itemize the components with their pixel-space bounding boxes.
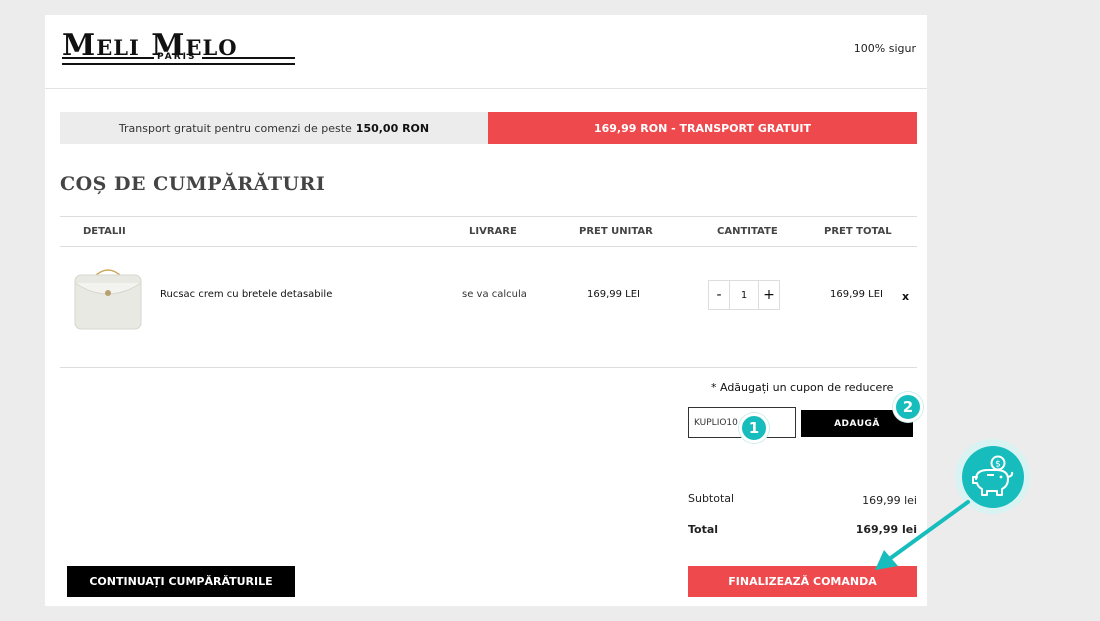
logo-line-bottom — [62, 63, 295, 65]
piggy-badge: $ — [955, 439, 1030, 514]
safe-badge: 100% sigur — [853, 42, 916, 55]
remove-item-button[interactable]: x — [902, 290, 909, 303]
free-shipping-text: Transport gratuit pentru comenzi de pest… — [118, 121, 352, 135]
checkout-button[interactable]: FINALIZEAZĂ COMANDA — [688, 566, 917, 597]
step-marker-1: 1 — [739, 413, 769, 443]
header: Meli Melo PARIS 100% sigur — [45, 15, 927, 89]
logo-line-left — [62, 57, 154, 59]
table-row: Rucsac crem cu bretele detasabile se va … — [60, 247, 917, 368]
total-price-value: 169,99 LEI — [830, 289, 884, 300]
product-name[interactable]: Rucsac crem cu bretele detasabile — [160, 289, 332, 300]
total-value: 169,99 lei — [855, 523, 917, 536]
product-thumbnail[interactable] — [72, 265, 144, 331]
quantity-stepper: - 1 + — [708, 280, 780, 310]
cart-table-header: DETALII LIVRARE PRET UNITAR CANTITATE PR… — [60, 216, 917, 247]
checkout-card: Meli Melo PARIS 100% sigur Transport gra… — [45, 15, 927, 606]
quantity-value[interactable]: 1 — [729, 281, 759, 309]
unit-price-value: 169,99 LEI — [587, 289, 641, 300]
logo-subtitle: PARIS — [157, 52, 197, 62]
subtotal-label: Subtotal — [688, 492, 735, 505]
col-unit-price: PRET UNITAR — [579, 226, 653, 237]
logo-line-right — [202, 57, 295, 59]
piggy-bank-icon: $ — [971, 455, 1013, 496]
col-total-price: PRET TOTAL — [824, 226, 892, 237]
brand-logo[interactable]: Meli Melo PARIS — [62, 28, 297, 66]
coupon-label: * Adăugați un cupon de reducere — [711, 381, 894, 394]
delivery-value: se va calcula — [462, 289, 527, 300]
free-shipping-status: 169,99 RON - TRANSPORT GRATUIT — [488, 112, 917, 144]
svg-text:$: $ — [995, 459, 1001, 469]
free-shipping-amount: 150,00 RON — [355, 121, 430, 135]
page-title: COȘ DE CUMPĂRĂTURI — [60, 173, 326, 195]
subtotal-value: 169,99 lei — [862, 494, 917, 507]
continue-shopping-button[interactable]: CONTINUAȚI CUMPĂRĂTURILE — [67, 566, 295, 597]
quantity-decrease-button[interactable]: - — [709, 281, 729, 309]
free-shipping-info: Transport gratuit pentru comenzi de pest… — [60, 112, 488, 144]
step-marker-2: 2 — [893, 392, 923, 422]
col-delivery: LIVRARE — [469, 226, 517, 237]
total-label: Total — [688, 523, 719, 536]
quantity-increase-button[interactable]: + — [759, 281, 779, 309]
piggy-badge-inner: $ — [961, 445, 1024, 508]
col-details: DETALII — [83, 226, 126, 237]
col-quantity: CANTITATE — [717, 226, 778, 237]
